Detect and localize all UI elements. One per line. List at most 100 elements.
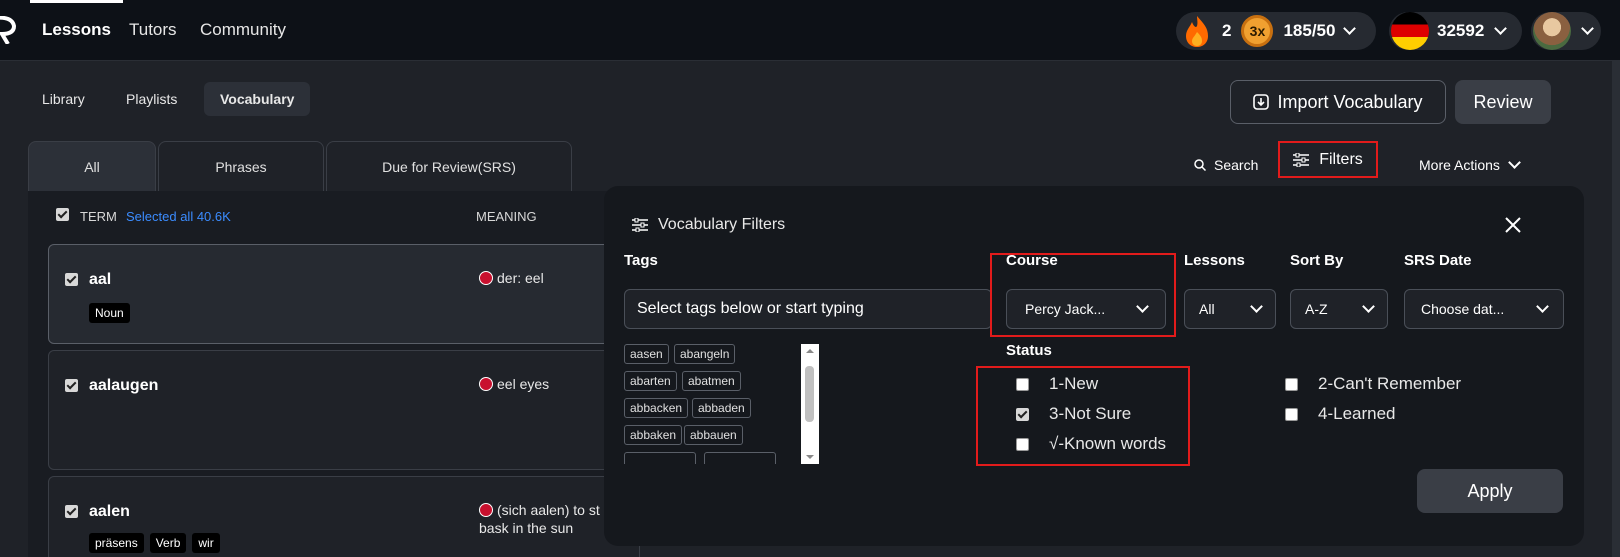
status-new[interactable]: 1-New (1016, 374, 1098, 394)
subtab-phrases[interactable]: Phrases (158, 141, 324, 191)
srs-date-select[interactable]: Choose dat... (1404, 289, 1564, 329)
status-learned[interactable]: 4-Learned (1285, 404, 1396, 424)
filters-button[interactable]: Filters (1278, 141, 1378, 178)
top-navbar: Lessons Tutors Community 2 3x 185/50 325… (0, 0, 1620, 61)
tag-chip[interactable]: abangeln (674, 344, 736, 364)
page-scrollbar[interactable] (1612, 61, 1620, 557)
status-not-sure[interactable]: 3-Not Sure (1016, 404, 1131, 424)
logo-icon[interactable] (0, 16, 16, 44)
status-learned-checkbox[interactable] (1285, 407, 1298, 421)
srs-value: Choose dat... (1421, 301, 1505, 317)
language-pill[interactable]: 32592 (1389, 12, 1522, 50)
table-row[interactable]: aal Noun der: eel (48, 244, 640, 344)
status-not-sure-label: 3-Not Sure (1049, 404, 1132, 423)
tag: präsens (89, 533, 144, 553)
chevron-down-icon (1536, 300, 1549, 313)
tag-chip-list: aasen abangeln abarten abatmen abbacken … (624, 344, 794, 464)
row-checkbox[interactable] (65, 505, 78, 518)
nav-community[interactable]: Community (200, 20, 286, 40)
tags-input[interactable]: Select tags below or start typing (624, 289, 992, 329)
tag-chip[interactable]: abbaden (692, 398, 751, 418)
nav-tutors[interactable]: Tutors (129, 20, 177, 40)
tag: Noun (89, 303, 130, 323)
tab-library[interactable]: Library (42, 82, 85, 116)
tag-chip[interactable]: aasen (624, 344, 669, 364)
import-icon (1253, 94, 1270, 110)
subtab-all[interactable]: All (28, 141, 156, 191)
tab-playlists[interactable]: Playlists (126, 82, 177, 116)
uk-flag-icon (479, 377, 493, 391)
streak-xp-pill[interactable]: 2 3x 185/50 (1176, 12, 1376, 50)
tag-chip-partial[interactable] (704, 452, 776, 464)
multiplier-badge: 3x (1241, 15, 1274, 47)
apply-button[interactable]: Apply (1417, 469, 1563, 513)
tag-chip[interactable]: abbaken (624, 425, 683, 445)
sort-value: A-Z (1305, 301, 1328, 317)
tag-list-scrollbar[interactable] (801, 344, 819, 464)
tag-chip[interactable]: abbauen (684, 425, 743, 445)
status-cant-remember[interactable]: 2-Can't Remember (1285, 374, 1461, 394)
search-button[interactable]: Search (1194, 157, 1258, 173)
scroll-thumb[interactable] (805, 366, 814, 422)
status-not-sure-checkbox[interactable] (1016, 407, 1029, 421)
lessons-select[interactable]: All (1184, 289, 1276, 329)
meaning: der: eel (479, 269, 544, 287)
close-icon[interactable] (1502, 214, 1524, 236)
subtab-due-review[interactable]: Due for Review(SRS) (326, 141, 572, 191)
status-known[interactable]: √-Known words (1016, 434, 1166, 454)
tag-chip-partial[interactable] (624, 452, 696, 464)
german-flag-icon (1391, 12, 1429, 50)
import-vocabulary-button[interactable]: Import Vocabulary (1230, 80, 1446, 124)
sort-by-label: Sort By (1290, 252, 1344, 269)
status-new-label: 1-New (1049, 374, 1099, 393)
xp-progress: 185/50 (1283, 21, 1336, 40)
table-row[interactable]: aalen präsens Verb wir (sich aalen) to s… (48, 476, 640, 557)
row-checkbox[interactable] (65, 379, 78, 392)
chevron-down-icon (1250, 300, 1263, 313)
nav-lessons[interactable]: Lessons (30, 0, 123, 40)
meaning-text: (sich aalen) to st (497, 502, 600, 518)
table-header: TERM Selected all 40.6K MEANING (28, 200, 628, 230)
sort-by-select[interactable]: A-Z (1290, 289, 1388, 329)
scroll-down-icon (806, 455, 814, 459)
row-checkbox[interactable] (65, 273, 78, 286)
tag-chip[interactable]: abbacken (624, 398, 689, 418)
meaning: (sich aalen) to st bask in the sun (479, 501, 600, 537)
filters-title-text: Vocabulary Filters (658, 216, 786, 233)
filters-title: Vocabulary Filters (632, 216, 785, 234)
course-select[interactable]: Percy Jack... (1006, 289, 1166, 329)
srs-date-label: SRS Date (1404, 252, 1472, 269)
meaning-header: MEANING (476, 209, 537, 224)
chevron-down-icon (1362, 300, 1375, 313)
status-cant-remember-checkbox[interactable] (1285, 377, 1298, 391)
search-label: Search (1214, 157, 1259, 173)
streak-count: 2 (1222, 21, 1232, 40)
points-count: 32592 (1437, 21, 1485, 40)
review-button[interactable]: Review (1455, 80, 1551, 124)
meaning: eel eyes (479, 375, 549, 393)
meaning-text: eel eyes (497, 376, 550, 392)
term: aalaugen (89, 377, 159, 394)
tag-chip[interactable]: abatmen (682, 371, 741, 391)
chevron-down-icon (1508, 156, 1521, 169)
sliders-icon (1293, 152, 1310, 167)
table-row[interactable]: aalaugen eel eyes (48, 350, 640, 470)
selected-all-link[interactable]: Selected all 40.6K (126, 209, 231, 224)
status-new-checkbox[interactable] (1016, 377, 1029, 391)
uk-flag-icon (479, 503, 493, 517)
meaning-text: der: eel (497, 270, 544, 286)
lessons-label: Lessons (1184, 252, 1245, 269)
lessons-value: All (1199, 301, 1215, 317)
status-known-checkbox[interactable] (1016, 437, 1029, 451)
tags-label: Tags (624, 252, 658, 269)
flame-icon (1186, 16, 1208, 47)
more-actions-button[interactable]: More Actions (1419, 156, 1521, 173)
tab-vocabulary[interactable]: Vocabulary (204, 82, 311, 116)
filters-label: Filters (1319, 150, 1363, 168)
tag-chip[interactable]: abarten (624, 371, 677, 391)
status-label: Status (1006, 342, 1052, 359)
select-all-checkbox[interactable] (56, 208, 69, 221)
avatar-pill[interactable] (1531, 12, 1601, 50)
tag-list: präsens Verb wir (89, 533, 220, 553)
sliders-icon (632, 218, 648, 232)
